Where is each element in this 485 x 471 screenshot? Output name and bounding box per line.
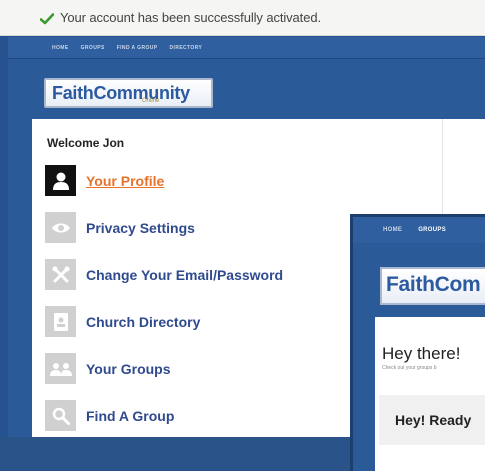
nav-groups[interactable]: GROUPS bbox=[81, 45, 105, 51]
logo-tagline: Online bbox=[142, 98, 160, 104]
page-footer-strip bbox=[0, 437, 350, 471]
eye-icon bbox=[45, 212, 76, 243]
menu-item-privacy-settings[interactable]: Privacy Settings bbox=[45, 212, 283, 243]
success-message: Your account has been successfully activ… bbox=[60, 10, 321, 25]
menu-label-your-groups[interactable]: Your Groups bbox=[86, 361, 171, 377]
greeting-heading: Hey there! bbox=[382, 344, 461, 363]
groups-icon bbox=[45, 353, 76, 384]
menu-item-find-a-group[interactable]: Find A Group bbox=[45, 400, 283, 431]
second-site-logo[interactable]: FaithCom bbox=[380, 267, 485, 305]
second-nav-groups[interactable]: GROUPS bbox=[418, 227, 446, 233]
menu-item-your-groups[interactable]: Your Groups bbox=[45, 353, 283, 384]
menu-item-change-email-password[interactable]: Change Your Email/Password bbox=[45, 259, 283, 290]
top-nav: HOME GROUPS FIND A GROUP DIRECTORY bbox=[8, 37, 485, 59]
nav-home[interactable]: HOME bbox=[52, 45, 69, 51]
site-logo[interactable]: FaithCommunity Online bbox=[44, 78, 213, 108]
second-panel: Hey there! Check out your groups b Hey! … bbox=[375, 317, 485, 471]
second-window: HOME GROUPS FaithCom Hey there! Check ou… bbox=[350, 214, 485, 471]
welcome-text: Welcome Jon bbox=[47, 136, 125, 150]
ready-card-text: Hey! Ready bbox=[395, 412, 472, 428]
second-top-nav: HOME GROUPS bbox=[353, 217, 485, 243]
account-menu: Your Profile Privacy Settings Change You… bbox=[45, 165, 283, 437]
ready-card[interactable]: Hey! Ready bbox=[379, 395, 485, 445]
menu-item-your-profile[interactable]: Your Profile bbox=[45, 165, 283, 196]
logo-word: FaithCommunity bbox=[52, 83, 190, 103]
directory-icon bbox=[45, 306, 76, 337]
second-logo-word: FaithCom bbox=[386, 273, 481, 296]
menu-label-find-a-group[interactable]: Find A Group bbox=[86, 408, 174, 424]
menu-label-your-profile[interactable]: Your Profile bbox=[86, 173, 164, 189]
second-nav-home[interactable]: HOME bbox=[383, 227, 402, 233]
person-icon bbox=[45, 165, 76, 196]
menu-item-church-directory[interactable]: Church Directory bbox=[45, 306, 283, 337]
nav-find-a-group[interactable]: FIND A GROUP bbox=[117, 45, 158, 51]
search-icon bbox=[45, 400, 76, 431]
greeting-subtext: Check out your groups b bbox=[382, 365, 437, 371]
menu-label-privacy-settings[interactable]: Privacy Settings bbox=[86, 220, 195, 236]
nav-directory[interactable]: DIRECTORY bbox=[170, 45, 203, 51]
menu-label-change-email-password[interactable]: Change Your Email/Password bbox=[86, 267, 283, 283]
check-icon bbox=[40, 12, 54, 24]
menu-label-church-directory[interactable]: Church Directory bbox=[86, 314, 200, 330]
success-banner: Your account has been successfully activ… bbox=[0, 0, 485, 36]
tools-icon bbox=[45, 259, 76, 290]
